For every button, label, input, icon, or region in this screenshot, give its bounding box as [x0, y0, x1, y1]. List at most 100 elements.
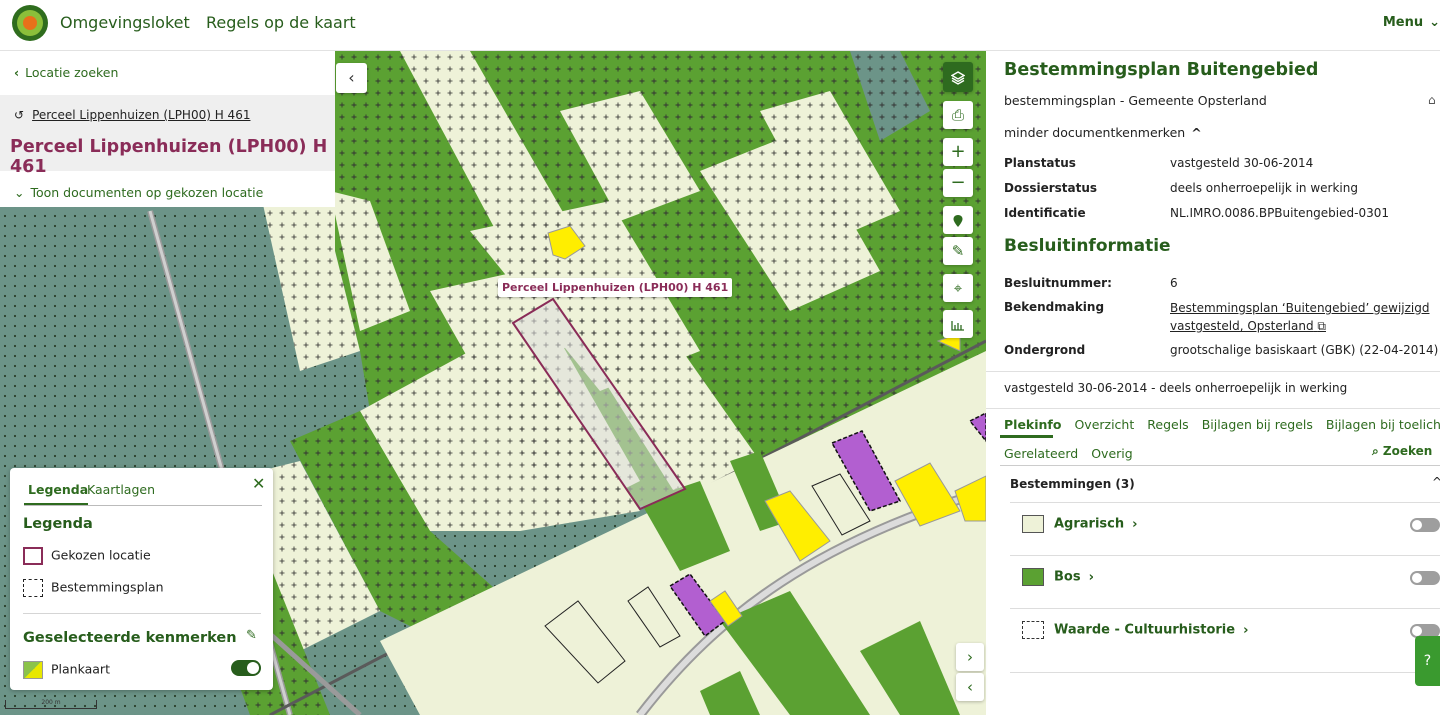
reset-icon: ↺: [14, 108, 25, 122]
chevron-down-icon: ⌄: [14, 185, 25, 200]
tab-overig[interactable]: Overig: [1091, 446, 1132, 461]
legend-item-bestemmingsplan: Bestemmingsplan: [23, 579, 164, 597]
show-documents-toggle[interactable]: ⌄ Toon documenten op gekozen locatie: [14, 185, 263, 200]
chevron-down-icon: ⌄: [1429, 15, 1440, 30]
printer-icon: ⎙: [951, 106, 964, 124]
selected-parcel-link-label: Perceel Lippenhuizen (LPH00) H 461: [32, 108, 251, 122]
print-button[interactable]: ⎙: [943, 101, 973, 129]
chevron-up-icon: ^: [1191, 125, 1202, 140]
plan-status-text: vastgesteld 30-06-2014 - deels onherroep…: [1004, 381, 1348, 395]
divider: [1010, 608, 1440, 609]
feedback-tab[interactable]: ?: [1415, 636, 1440, 686]
agrarisch-toggle[interactable]: [1410, 518, 1440, 532]
search-button[interactable]: ⌕ Zoeken: [1372, 444, 1432, 459]
plan-tabs-secondary: Gerelateerd Overig: [1004, 446, 1146, 461]
brand-name[interactable]: Omgevingsloket: [60, 13, 190, 32]
tab-gerelateerd[interactable]: Gerelateerd: [1004, 446, 1078, 461]
menu-button[interactable]: Menu ⌄: [1383, 15, 1440, 30]
plankaart-swatch: [23, 661, 43, 679]
tab-legenda[interactable]: Legenda: [28, 482, 88, 497]
zoom-in-button[interactable]: +: [943, 138, 973, 166]
location-pin-button[interactable]: [943, 206, 973, 234]
measure-button[interactable]: [943, 310, 973, 338]
zoom-out-button[interactable]: −: [943, 169, 973, 197]
pencil-icon[interactable]: ✎: [246, 628, 257, 643]
chevron-up-icon[interactable]: ^: [1432, 475, 1440, 489]
legend-divider: [23, 613, 261, 614]
property-key: Dossierstatus: [1004, 181, 1098, 195]
bestemming-waarde-cultuurhistorie[interactable]: Waarde - Cultuurhistorie ›: [1022, 621, 1248, 639]
scale-bar: 200 m: [5, 700, 97, 709]
ruler-icon: [951, 320, 964, 331]
tab-plekinfo[interactable]: Plekinfo: [1004, 417, 1061, 432]
divider: [1010, 555, 1440, 556]
legend-item-plankaart: Plankaart: [23, 661, 110, 679]
plan-info-panel: Bestemmingsplan Buitengebied bestemmings…: [986, 51, 1440, 715]
back-to-search-link[interactable]: ‹ Locatie zoeken: [14, 65, 118, 80]
selected-features-title: Geselecteerde kenmerken: [23, 630, 237, 646]
selected-parcel-link[interactable]: ↺ Perceel Lippenhuizen (LPH00) H 461: [14, 108, 250, 122]
plan-tabs: Plekinfo Overzicht Regels Bijlagen bij rege…: [1004, 417, 1440, 432]
divider: [1010, 672, 1440, 673]
location-panel: ‹ Locatie zoeken ↺ Perceel Lippenhuizen (L…: [0, 51, 335, 207]
menu-label: Menu: [1382, 15, 1424, 30]
top-header: Omgevingsloket Regels op de kaart Menu ⌄: [0, 0, 1440, 51]
show-documents-label: Toon documenten op gekozen locatie: [30, 185, 264, 200]
tab-regels[interactable]: Regels: [1147, 417, 1188, 432]
collapse-right-button[interactable]: ‹: [956, 673, 984, 701]
pencil-icon: ✎: [951, 242, 965, 260]
crosshair-icon: ⌖: [953, 279, 963, 297]
besluit-section-title: Besluitinformatie: [1004, 236, 1171, 256]
layers-icon: [950, 70, 966, 85]
bestemmingen-header[interactable]: Bestemmingen (3): [1010, 477, 1135, 491]
property-value: NL.IMRO.0086.BPBuitengebied-0301: [1170, 206, 1389, 220]
legend-item-label: Bestemmingsplan: [51, 579, 164, 595]
chevron-right-icon: ›: [1088, 569, 1094, 585]
search-label: Zoeken: [1382, 444, 1433, 458]
draw-button[interactable]: ✎: [943, 237, 973, 265]
plan-title: Bestemmingsplan Buitengebied: [1004, 60, 1319, 80]
selected-parcel-title: Perceel Lippenhuizen (LPH00) H 461: [10, 137, 328, 177]
minus-icon: −: [950, 172, 966, 193]
omgevingsloket-logo[interactable]: [12, 5, 48, 41]
chart-icon[interactable]: ⌂: [1428, 93, 1436, 107]
agrarisch-swatch: [1022, 515, 1044, 533]
chevron-right-icon: ›: [1132, 516, 1138, 532]
tab-bijlagen-regels[interactable]: Bijlagen bij regels: [1202, 417, 1313, 432]
layers-button[interactable]: [943, 62, 973, 92]
gekozen-locatie-swatch: [23, 547, 43, 565]
property-value: deels onherroepelijk in werking: [1170, 181, 1358, 195]
document-properties-toggle[interactable]: minder documentkenmerken ^: [1004, 125, 1202, 140]
property-value: vastgesteld 30-06-2014: [1170, 156, 1314, 170]
property-value: 6: [1170, 276, 1178, 290]
tab-kaartlagen[interactable]: Kaartlagen: [87, 482, 155, 497]
close-icon[interactable]: ✕: [252, 474, 265, 493]
tab-divider: [24, 505, 262, 506]
property-key: Planstatus: [1004, 156, 1076, 170]
bestemming-agrarisch[interactable]: Agrarisch ›: [1022, 515, 1137, 533]
legend-item-label: Plankaart: [51, 661, 110, 677]
bos-toggle[interactable]: [1410, 571, 1440, 585]
chevron-right-icon: ›: [1243, 622, 1249, 638]
plan-status-bar: vastgesteld 30-06-2014 - deels onherroep…: [986, 371, 1440, 409]
divider: [1010, 502, 1440, 503]
property-key: Identificatie: [1004, 206, 1086, 220]
app-subtitle: Regels op de kaart: [206, 13, 356, 32]
help-icon: ?: [1423, 653, 1432, 669]
bestemming-label: Agrarisch: [1054, 516, 1125, 532]
search-icon: ⌕: [1372, 444, 1379, 458]
pin-icon: [953, 214, 963, 227]
bestemming-label: Waarde - Cultuurhistorie: [1054, 622, 1236, 638]
expand-right-button[interactable]: ›: [956, 643, 984, 671]
locate-me-button[interactable]: ⌖: [943, 274, 973, 302]
property-value: grootschalige basiskaart (GBK) (22-04-20…: [1170, 343, 1439, 357]
tab-divider: [1000, 465, 1440, 466]
plan-subtitle: bestemmingsplan - Gemeente Opsterland: [1004, 93, 1267, 108]
tab-bijlagen-toelichting[interactable]: Bijlagen bij toelichting: [1326, 417, 1440, 432]
bekendmaking-link[interactable]: Bestemmingsplan ‘Buitengebied’ gewijzigd…: [1170, 299, 1429, 335]
collapse-left-panel-button[interactable]: ‹: [336, 63, 367, 93]
plankaart-toggle[interactable]: [231, 660, 261, 676]
tab-overzicht[interactable]: Overzicht: [1074, 417, 1134, 432]
bestemming-bos[interactable]: Bos ›: [1022, 568, 1094, 586]
chevron-left-icon: ‹: [967, 678, 973, 696]
